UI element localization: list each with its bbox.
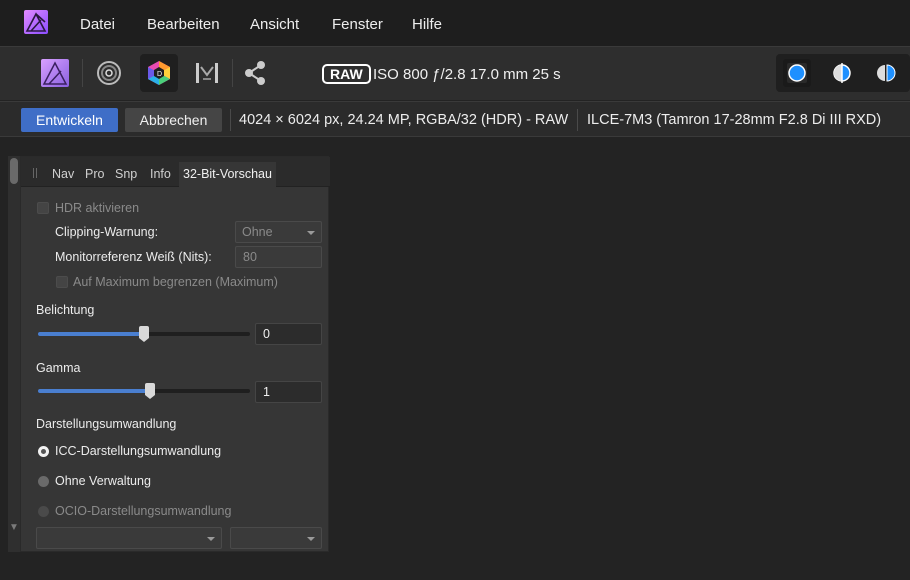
chevron-down-icon <box>207 537 215 541</box>
context-separator <box>577 109 578 131</box>
image-info: 4024 × 6024 px, 24.24 MP, RGBA/32 (HDR) … <box>239 112 569 128</box>
svg-text:D: D <box>157 71 162 78</box>
view-single-button[interactable] <box>783 59 811 87</box>
hdr-enable-label: HDR aktivieren <box>55 201 140 215</box>
split-view-icon <box>833 63 851 83</box>
tab-32bit-preview[interactable]: 32-Bit-Vorschau <box>179 162 276 188</box>
gamma-slider-thumb[interactable] <box>145 383 156 399</box>
exposure-slider-thumb[interactable] <box>139 326 149 342</box>
toolbar: D RAW ISO 800 ƒ/2.8 17.0 mm 25 s <box>0 46 910 100</box>
limit-maximum-checkbox[interactable] <box>56 276 68 288</box>
develop-persona-icon: D <box>148 61 170 85</box>
exif-info: ISO 800 ƒ/2.8 17.0 mm 25 s <box>373 66 561 83</box>
toolbar-separator <box>82 59 83 87</box>
hdr-enable-checkbox[interactable] <box>37 202 49 214</box>
clipping-warning-label: Clipping-Warnung: <box>55 225 159 239</box>
toolbar-separator <box>232 59 233 87</box>
single-view-icon <box>787 63 807 83</box>
tone-mapping-icon <box>196 63 218 83</box>
ocio-view-dropdown[interactable] <box>230 527 322 549</box>
context-separator <box>230 109 231 131</box>
scrollbar-thumb[interactable] <box>10 158 18 184</box>
gamma-label: Gamma <box>36 361 81 375</box>
ocio-transform-radio[interactable] <box>38 506 49 517</box>
unmanaged-label: Ohne Verwaltung <box>55 474 151 488</box>
tab-info[interactable]: Info <box>150 167 171 181</box>
context-toolbar: Entwickeln Abbrechen 4024 × 6024 px, 24.… <box>0 101 910 137</box>
panel-scrollbar[interactable]: ▼ <box>8 156 20 552</box>
clipping-warning-value: Ohne <box>242 225 273 239</box>
share-icon <box>245 61 265 85</box>
chevron-down-icon <box>307 537 315 541</box>
view-split-button[interactable] <box>828 59 856 87</box>
panel-tabs: Nav Pro Snp Info 32-Bit-Vorschau <box>21 157 330 188</box>
monitor-reference-field[interactable]: 80 <box>235 246 322 268</box>
liquify-persona-button[interactable] <box>90 54 128 92</box>
camera-info: ILCE-7M3 (Tamron 17-28mm F2.8 Di III RXD… <box>587 112 882 128</box>
gamma-value-field[interactable]: 1 <box>255 381 322 403</box>
ocio-transform-label: OCIO-Darstellungsumwandlung <box>55 504 232 518</box>
icc-transform-radio[interactable] <box>38 446 49 457</box>
ocio-config-dropdown[interactable] <box>36 527 222 549</box>
tab-snp[interactable]: Snp <box>115 167 137 181</box>
develop-persona-button[interactable]: D <box>140 54 178 92</box>
clipping-warning-dropdown[interactable]: Ohne <box>235 221 322 243</box>
exposure-slider[interactable] <box>38 326 250 342</box>
develop-button[interactable]: Entwickeln <box>21 108 118 132</box>
exposure-slider-fill <box>38 332 144 336</box>
chevron-down-icon <box>307 231 315 235</box>
display-transform-label: Darstellungsumwandlung <box>36 417 177 431</box>
scroll-down-icon[interactable]: ▼ <box>9 522 19 533</box>
exposure-label: Belichtung <box>36 303 95 317</box>
exposure-value-field[interactable]: 0 <box>255 323 322 345</box>
view-mode-group <box>776 54 910 92</box>
view-mirror-button[interactable] <box>872 59 900 87</box>
menu-datei[interactable]: Datei <box>80 16 115 33</box>
gamma-slider-fill <box>38 389 151 393</box>
export-persona-button[interactable] <box>236 54 274 92</box>
tab-nav[interactable]: Nav <box>52 167 74 181</box>
raw-badge: RAW <box>322 64 371 84</box>
liquify-icon <box>97 61 121 85</box>
tab-pro[interactable]: Pro <box>85 167 104 181</box>
cancel-button[interactable]: Abbrechen <box>125 108 222 132</box>
monitor-reference-label: Monitorreferenz Weiß (Nits): <box>55 250 212 264</box>
gamma-slider[interactable] <box>38 383 250 399</box>
menu-bearbeiten[interactable]: Bearbeiten <box>147 16 220 33</box>
tone-mapping-persona-button[interactable] <box>188 54 226 92</box>
menu-bar: Datei Bearbeiten Ansicht Fenster Hilfe <box>0 0 910 46</box>
icc-transform-label: ICC-Darstellungsumwandlung <box>55 444 222 458</box>
panel-grip-icon[interactable] <box>33 168 37 178</box>
menu-hilfe[interactable]: Hilfe <box>412 16 442 33</box>
photo-persona-icon <box>41 59 69 87</box>
studio-panel-32bit-preview: Nav Pro Snp Info 32-Bit-Vorschau HDR akt… <box>20 156 330 552</box>
affinity-photo-logo-icon[interactable] <box>24 10 48 34</box>
limit-maximum-label: Auf Maximum begrenzen (Maximum) <box>73 275 278 289</box>
mirror-view-icon <box>877 64 896 82</box>
photo-persona-button[interactable] <box>36 54 74 92</box>
menu-fenster[interactable]: Fenster <box>332 16 383 33</box>
menu-ansicht[interactable]: Ansicht <box>250 16 299 33</box>
unmanaged-radio[interactable] <box>38 476 49 487</box>
